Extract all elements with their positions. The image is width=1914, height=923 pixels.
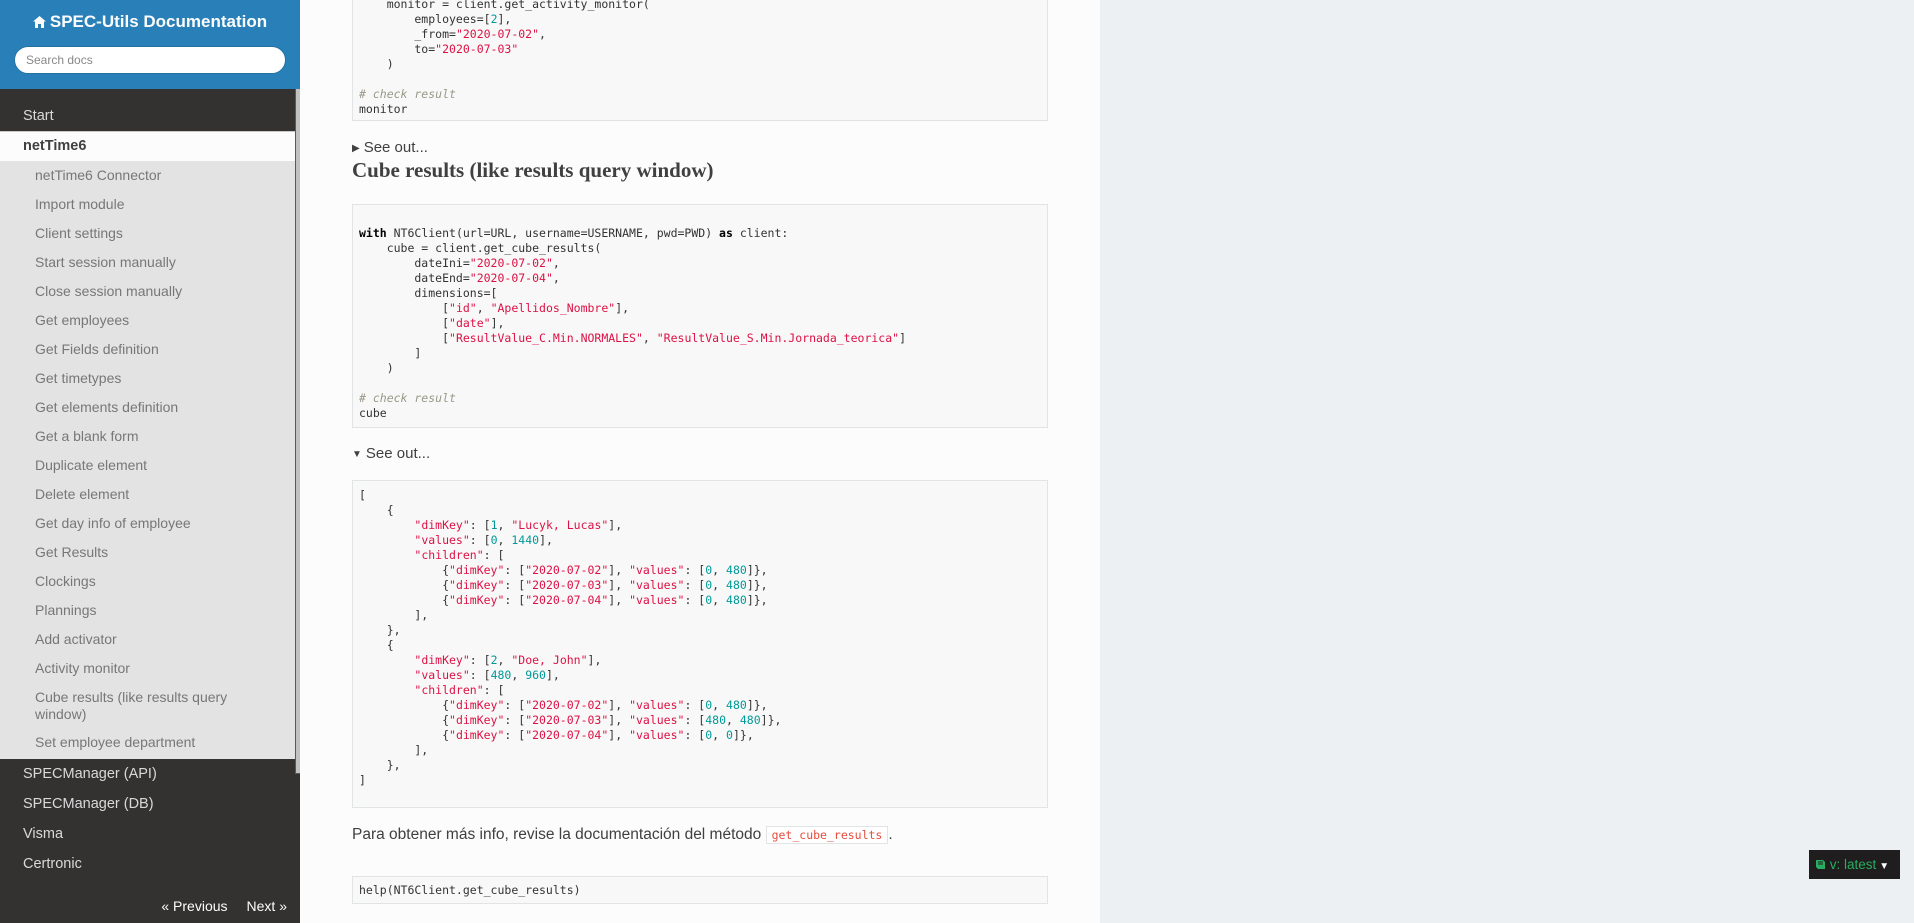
- nav-item-specmanager-db[interactable]: SPECManager (DB): [0, 789, 300, 819]
- version-selector[interactable]: v: latest ▼: [1809, 850, 1900, 879]
- main-content: monitor = client.get_activity_monitor( e…: [300, 0, 1100, 923]
- nav-item-nettime6[interactable]: netTime6: [0, 131, 300, 161]
- subnav-item-blank-form[interactable]: Get a blank form: [0, 422, 299, 451]
- home-icon: [32, 13, 46, 33]
- subnav-item-get-timetypes[interactable]: Get timetypes: [0, 364, 299, 393]
- project-home-link[interactable]: SPEC-Utils Documentation: [0, 0, 300, 34]
- subnav-item-activity-monitor[interactable]: Activity monitor: [0, 654, 299, 683]
- subnav-item-connector[interactable]: netTime6 Connector: [0, 161, 299, 190]
- version-label: v: latest: [1829, 857, 1877, 872]
- see-out-label: See out...: [365, 445, 431, 462]
- subnav-item-set-department[interactable]: Set employee department: [0, 728, 299, 757]
- see-out-label: See out...: [363, 139, 428, 156]
- triangle-right-icon: ▶: [352, 143, 360, 154]
- subnav-item-start-session[interactable]: Start session manually: [0, 248, 299, 277]
- book-icon: [1815, 857, 1830, 872]
- subnav-item-clockings[interactable]: Clockings: [0, 567, 299, 596]
- subnav-item-close-session[interactable]: Close session manually: [0, 277, 299, 306]
- next-button[interactable]: Next »: [247, 884, 287, 923]
- subnav-item-client-settings[interactable]: Client settings: [0, 219, 299, 248]
- section-heading: Cube results (like results query window): [352, 158, 714, 182]
- triangle-down-icon: ▼: [352, 449, 362, 460]
- subnav-item-get-employees[interactable]: Get employees: [0, 306, 299, 335]
- see-out-toggle-expanded[interactable]: ▼ See out...: [352, 445, 430, 462]
- subnav: netTime6 Connector Import module Client …: [0, 161, 300, 759]
- info-text: Para obtener más info, revise la documen…: [352, 826, 762, 843]
- nav-item-certronic[interactable]: Certronic: [0, 849, 300, 879]
- code-block-help: help(NT6Client.get_cube_results): [352, 876, 1048, 904]
- subnav-item-day-info[interactable]: Get day info of employee: [0, 509, 299, 538]
- subnav-item-add-activator[interactable]: Add activator: [0, 625, 299, 654]
- search-input[interactable]: [14, 46, 286, 74]
- caret-down-icon: ▼: [1879, 861, 1890, 872]
- method-name-code: get_cube_results: [765, 826, 889, 844]
- code-block-output: [ { "dimKey": [1, "Lucyk, Lucas"], "valu…: [352, 480, 1048, 808]
- nav-item-visma[interactable]: Visma: [0, 819, 300, 849]
- see-out-toggle-collapsed[interactable]: ▶ See out...: [352, 139, 428, 156]
- subnav-item-get-results[interactable]: Get Results: [0, 538, 299, 567]
- code-block-cube-results: with NT6Client(url=URL, username=USERNAM…: [352, 204, 1048, 428]
- previous-button[interactable]: « Previous: [161, 884, 227, 923]
- sidebar-pager: « Previous Next »: [0, 884, 300, 923]
- subnav-item-import-module[interactable]: Import module: [0, 190, 299, 219]
- info-end: .: [888, 826, 893, 843]
- sidebar: SPEC-Utils Documentation Start netTime6 …: [0, 0, 300, 923]
- subnav-item-delete[interactable]: Delete element: [0, 480, 299, 509]
- subnav-item-cube-results[interactable]: Cube results (like results query window): [0, 683, 299, 728]
- project-title: SPEC-Utils Documentation: [49, 12, 268, 31]
- subnav-item-get-elements[interactable]: Get elements definition: [0, 393, 299, 422]
- sidebar-header: SPEC-Utils Documentation: [0, 0, 300, 89]
- subnav-item-get-fields[interactable]: Get Fields definition: [0, 335, 299, 364]
- nav-menu: Start netTime6 netTime6 Connector Import…: [0, 101, 300, 879]
- subnav-item-duplicate[interactable]: Duplicate element: [0, 451, 299, 480]
- code-block-activity-monitor: monitor = client.get_activity_monitor( e…: [352, 0, 1048, 121]
- page-background: [1100, 0, 1914, 923]
- nav-item-specmanager-api[interactable]: SPECManager (API): [0, 759, 300, 789]
- nav-item-start[interactable]: Start: [0, 101, 300, 131]
- subnav-item-plannings[interactable]: Plannings: [0, 596, 299, 625]
- info-paragraph: Para obtener más info, revise la documen…: [352, 826, 893, 844]
